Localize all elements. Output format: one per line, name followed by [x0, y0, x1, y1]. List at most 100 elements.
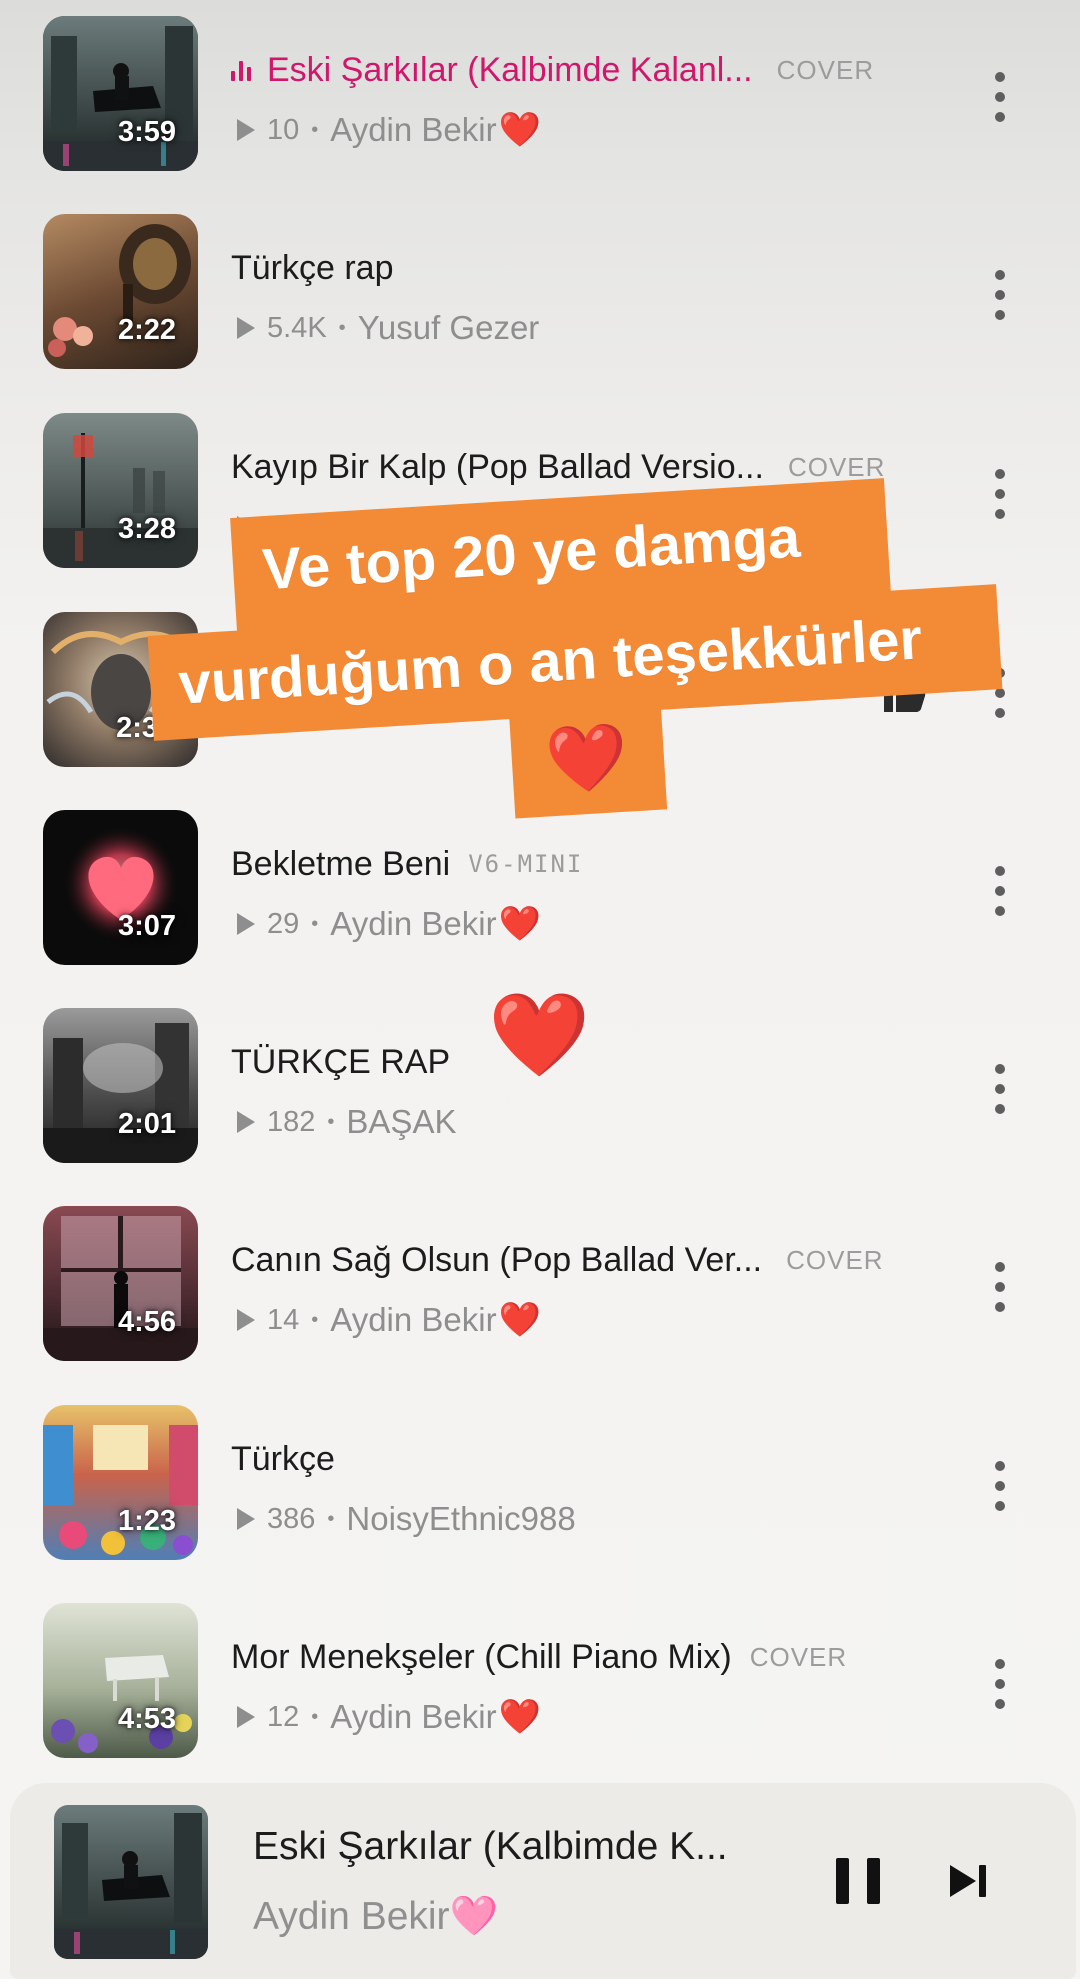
track-cover-image[interactable]: 3:28 [43, 413, 198, 568]
track-row[interactable]: 1:23 Türkçe 386 • NoisyEthnic988 [0, 1405, 1080, 1563]
artist-heart: ❤️ [498, 1698, 541, 1736]
more-options-icon[interactable] [985, 469, 1015, 519]
track-title[interactable]: Bekletme Beni [231, 845, 450, 884]
separator-dot: • [327, 1507, 335, 1530]
play-count: 14 [267, 1303, 300, 1336]
separator-dot: • [311, 1308, 319, 1331]
pause-button[interactable] [836, 1858, 880, 1904]
play-count: 10 [267, 113, 300, 146]
next-track-button[interactable] [948, 1863, 988, 1899]
track-duration: 3:59 [117, 116, 176, 148]
track-cover-image[interactable]: 2:22 [43, 214, 198, 369]
track-tag: COVER [749, 1641, 848, 1672]
separator-dot: • [311, 118, 319, 141]
artist-heart: ❤️ [498, 1301, 541, 1339]
track-cover-image[interactable]: 2:01 [43, 1008, 198, 1163]
track-row[interactable]: 3:28 Kayıp Bir Kalp (Pop Ballad Versio..… [0, 413, 1080, 571]
separator-dot: • [311, 912, 319, 935]
track-row[interactable]: 4:53 Mor Menekşeler (Chill Piano Mix) CO… [0, 1603, 1080, 1761]
track-cover-image[interactable]: 4:56 [43, 1206, 198, 1361]
play-count: 29 [267, 907, 300, 940]
track-tag: COVER [776, 54, 875, 85]
play-count-icon [237, 1111, 255, 1133]
track-duration: 3:28 [117, 513, 176, 545]
track-cover-image[interactable]: 3:07 [43, 810, 198, 965]
track-duration: 2:01 [117, 1108, 176, 1140]
play-count: 12 [267, 1700, 300, 1733]
mini-player[interactable]: Eski Şarkılar (Kalbimde K... Aydin Bekir… [10, 1783, 1076, 1979]
track-duration: 2:22 [117, 314, 176, 346]
artist-heart: ❤️ [498, 905, 541, 943]
artist-name[interactable]: Aydin Bekir [330, 905, 496, 943]
play-count-icon [237, 913, 255, 935]
separator-dot: • [327, 1110, 335, 1133]
track-duration: 3:07 [117, 910, 176, 942]
more-options-icon[interactable] [985, 270, 1015, 320]
artist-name[interactable]: BAŞAK [346, 1103, 456, 1141]
now-playing-artist-line[interactable]: Aydin Bekir🩷 [253, 1893, 498, 1939]
track-title[interactable]: Mor Menekşeler (Chill Piano Mix) [231, 1638, 732, 1677]
play-count-icon [237, 317, 255, 339]
more-options-icon[interactable] [985, 1659, 1015, 1709]
track-row[interactable]: 3:59 Eski Şarkılar (Kalbimde Kalanl... C… [0, 16, 1080, 174]
now-playing-title[interactable]: Eski Şarkılar (Kalbimde K... [253, 1825, 728, 1869]
track-cover-image[interactable]: 1:23 [43, 1405, 198, 1560]
artist-name[interactable]: Yusuf Gezer [358, 309, 540, 347]
track-cover-image[interactable]: 2:3 [43, 612, 198, 767]
track-duration: 4:53 [117, 1703, 176, 1735]
more-options-icon[interactable] [985, 1461, 1015, 1511]
artist-heart: ❤️ [498, 508, 541, 546]
play-count: 182 [267, 1105, 316, 1138]
track-duration: 4:56 [117, 1306, 176, 1338]
play-count-icon [237, 1706, 255, 1728]
track-row[interactable]: 4:56 Canın Sağ Olsun (Pop Ballad Ver... … [0, 1206, 1080, 1364]
piano-scene-art [54, 1813, 208, 1959]
home-indicator-area [0, 1979, 1080, 1988]
track-cover-image[interactable]: 3:59 [43, 16, 198, 171]
track-title[interactable]: K [231, 647, 254, 686]
play-count-icon [237, 1508, 255, 1530]
track-duration: 2:3 [116, 712, 158, 744]
track-title[interactable]: Kayıp Bir Kalp (Pop Ballad Versio... [231, 448, 764, 487]
now-playing-artist-heart: 🩷 [449, 1895, 499, 1938]
track-tag: COVER [786, 1244, 884, 1275]
separator-dot: • [338, 316, 346, 339]
track-title[interactable]: Türkçe rap [231, 249, 394, 288]
now-playing-artist[interactable]: Aydin Bekir [253, 1895, 450, 1938]
skip-next-icon [950, 1865, 986, 1897]
artist-name[interactable]: Aydin Bekir [330, 508, 496, 546]
now-playing-equalizer-icon [231, 59, 251, 81]
track-cover-image[interactable]: 4:53 [43, 1603, 198, 1758]
artist-name[interactable]: Aydin Bekir [330, 1698, 496, 1736]
separator-dot: • [311, 515, 319, 538]
track-duration: 1:23 [117, 1505, 176, 1537]
more-options-icon[interactable] [985, 1064, 1015, 1114]
track-title[interactable]: Canın Sağ Olsun (Pop Ballad Ver... [231, 1241, 762, 1280]
track-title[interactable]: TÜRKÇE RAP [231, 1043, 450, 1082]
track-tag: COVER [787, 451, 886, 482]
track-tag: V6-MINI [468, 850, 584, 878]
play-count: 5.4K [267, 311, 327, 344]
track-title[interactable]: Türkçe [231, 1440, 335, 1479]
track-row[interactable]: 2:22 Türkçe rap 5.4K • Yusuf Gezer [0, 214, 1080, 372]
play-count: 10 [267, 510, 300, 543]
track-title[interactable]: Eski Şarkılar (Kalbimde Kalanl... [267, 51, 753, 90]
artist-name[interactable]: NoisyEthnic988 [346, 1500, 575, 1538]
track-row[interactable]: 3:07 Bekletme Beni V6-MINI 29 • Aydin Be… [0, 810, 1080, 968]
artist-heart: ❤️ [498, 111, 541, 149]
play-count-icon [237, 516, 255, 538]
play-count: 386 [267, 1502, 316, 1535]
artist-name[interactable]: Aydin Bekir [330, 1301, 496, 1339]
like-icon[interactable] [880, 674, 926, 714]
separator-dot: • [311, 1705, 319, 1728]
track-row[interactable]: 2:3 K [0, 612, 1080, 770]
play-count-icon [237, 1309, 255, 1331]
artist-name[interactable]: Aydin Bekir [330, 111, 496, 149]
now-playing-cover[interactable] [54, 1805, 208, 1959]
more-options-icon[interactable] [985, 72, 1015, 122]
more-options-icon[interactable] [985, 668, 1015, 718]
more-options-icon[interactable] [985, 866, 1015, 916]
play-count-icon [237, 119, 255, 141]
floating-heart-sticker: ❤️ [488, 990, 591, 1081]
more-options-icon[interactable] [985, 1262, 1015, 1312]
